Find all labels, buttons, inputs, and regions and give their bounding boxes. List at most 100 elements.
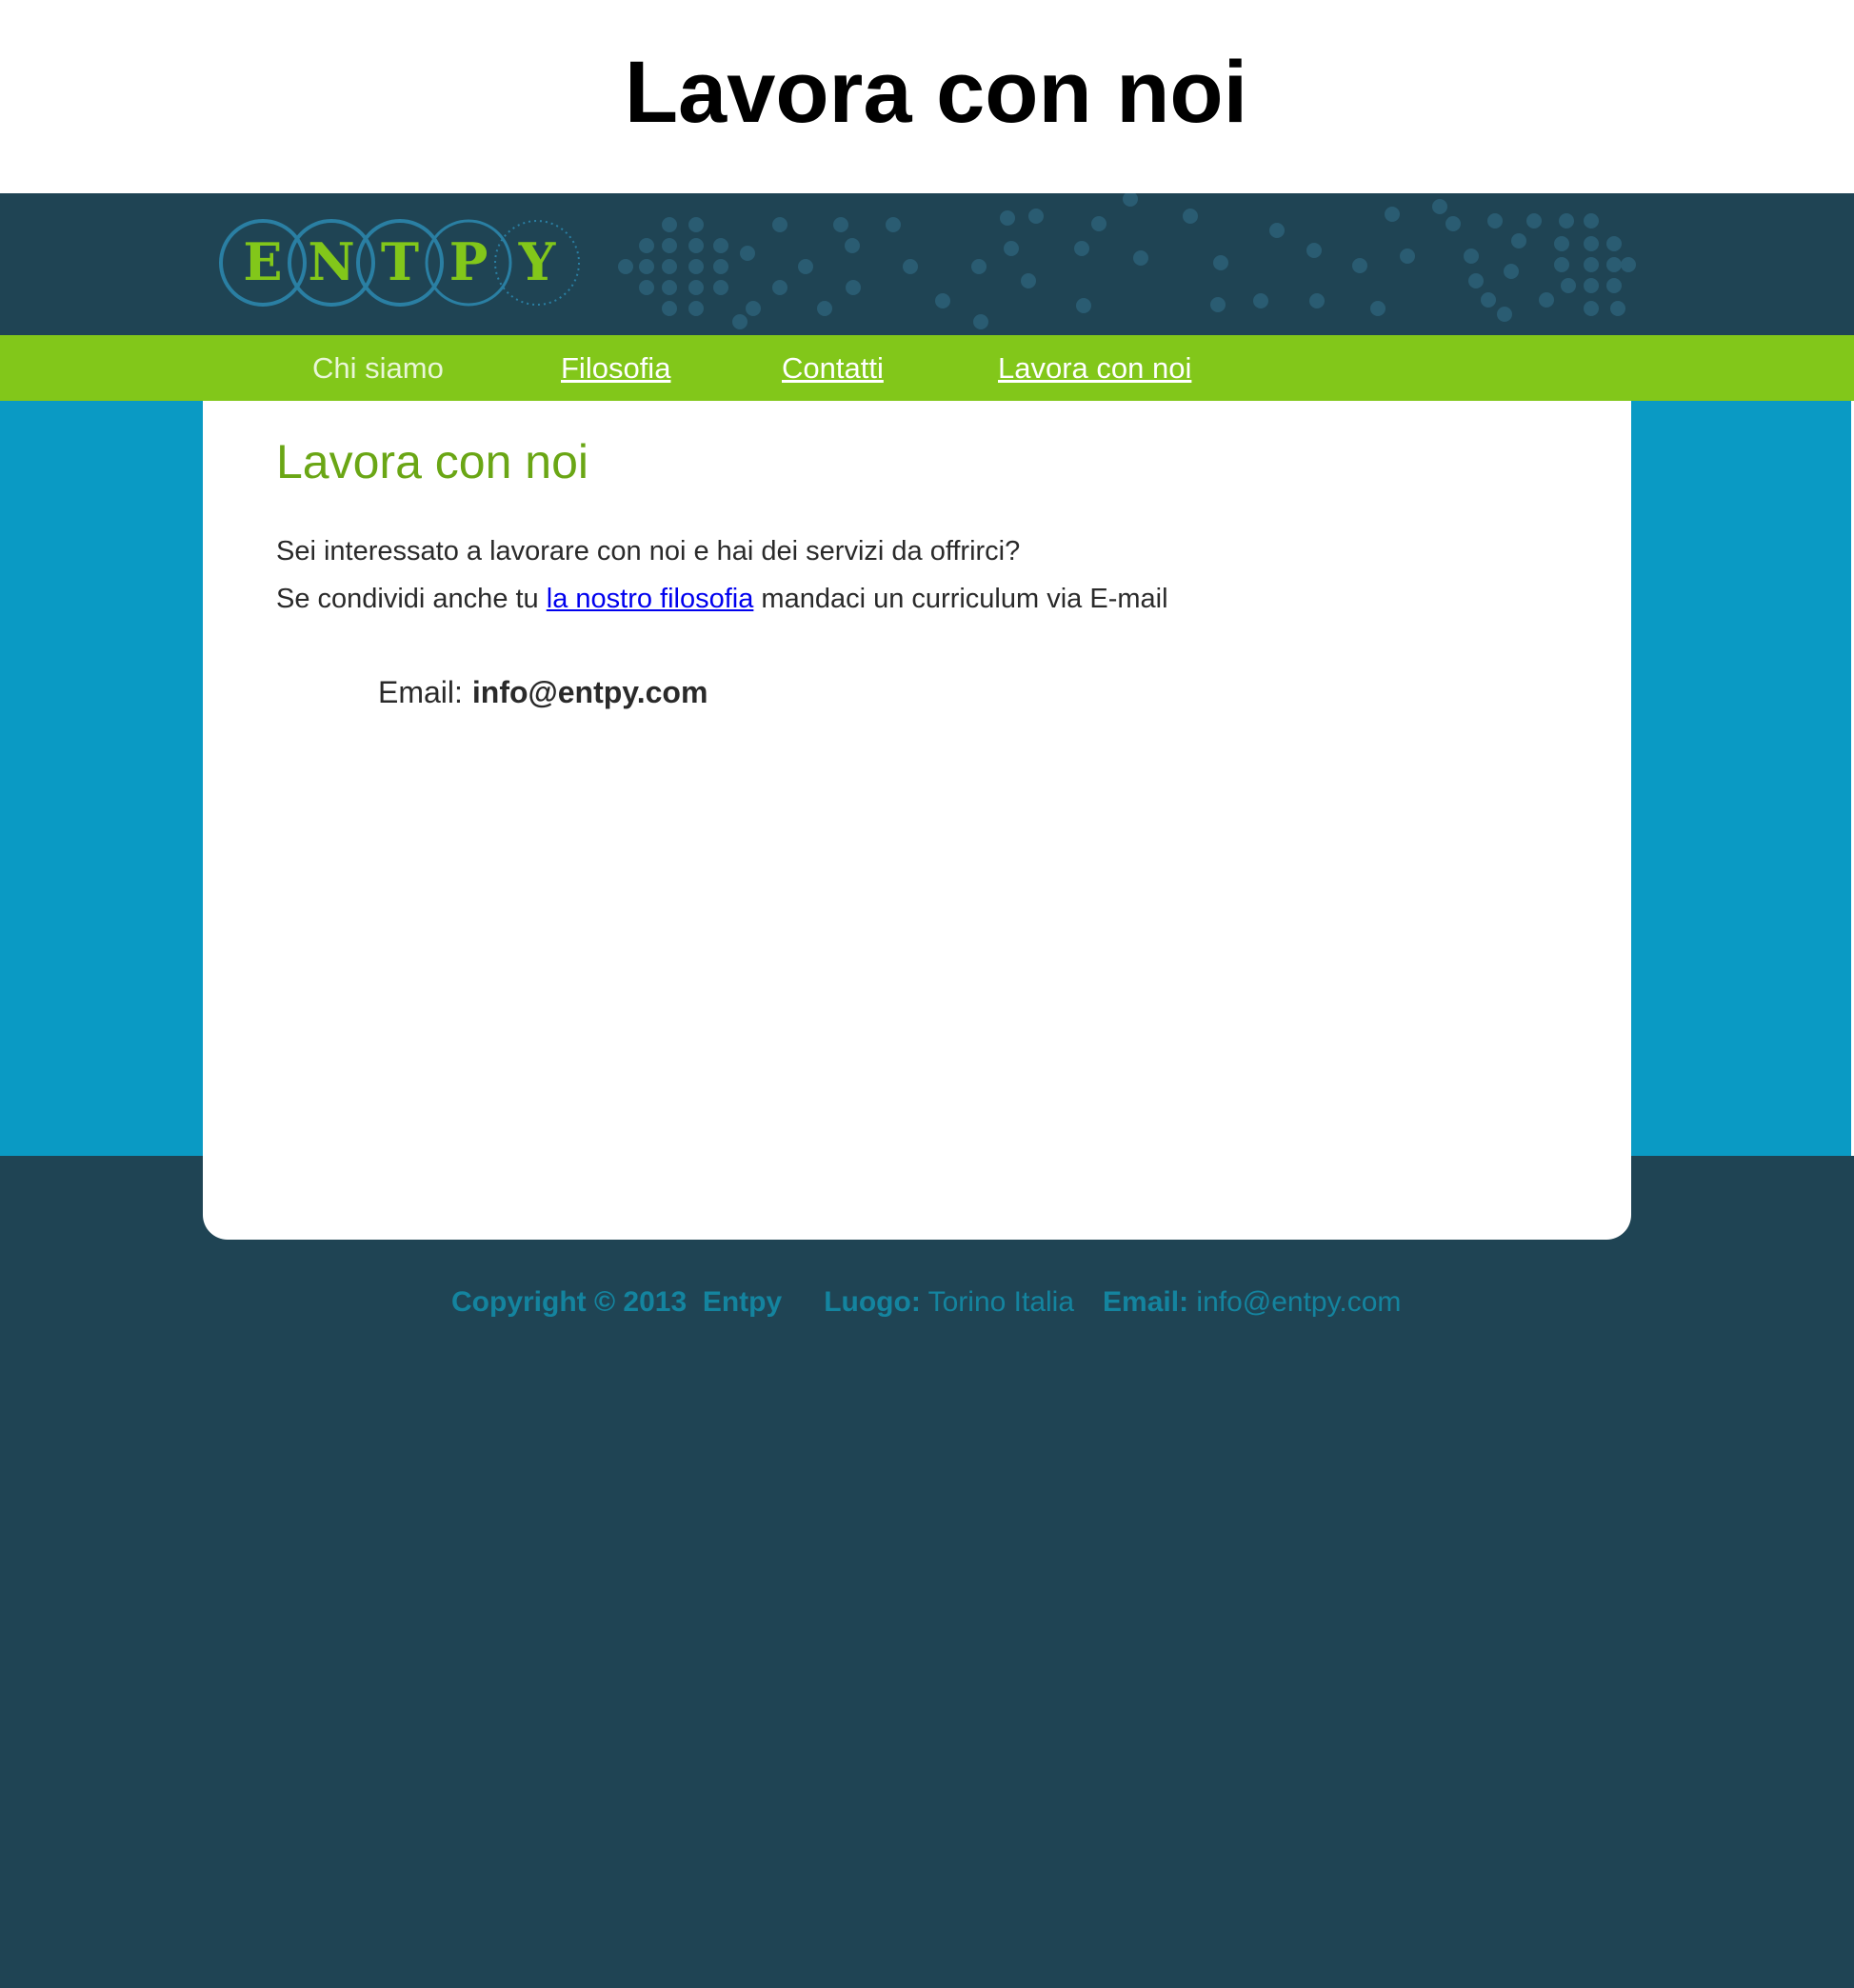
site-header: E N T P Y [0,193,1854,335]
decorative-dot [1539,292,1554,308]
decorative-dot [746,301,761,316]
logo-letter-n: N [308,231,354,292]
logo-letter-e: E [243,231,282,292]
decorative-dot [1584,257,1599,272]
decorative-dot [1606,257,1622,272]
footer-brand: Entpy [702,1286,783,1318]
decorative-dot [1352,258,1367,273]
decorative-dot [1606,236,1622,251]
decorative-dot [971,259,987,274]
decorative-dot [903,259,918,274]
logo-letter-y: Y [518,231,557,292]
decorative-dot [1554,236,1569,251]
decorative-dot [1074,241,1089,256]
main-nav: Chi siamo Filosofia Contatti Lavora con … [0,335,1854,401]
footer-location-label: Luogo: [824,1286,921,1318]
page: Lavora con noi E N T P Y Chi siamo Filos… [0,0,1854,1988]
intro-line: Sei interessato a lavorare con noi e hai… [276,536,1021,567]
decorative-dot [688,217,704,232]
decorative-dot [1370,301,1386,316]
decorative-dot [1481,292,1496,308]
decorative-dot [1561,278,1576,293]
decorative-dot [740,246,755,261]
decorative-dot [1554,257,1569,272]
page-title: Lavora con noi [624,44,1248,141]
decorative-dot [618,259,633,274]
decorative-dot [713,259,728,274]
decorative-dot [662,301,677,316]
footer-info: Copyright © 2013 Entpy Luogo: Torino Ital… [451,1284,1401,1321]
decorative-dot [662,259,677,274]
decorative-dot [1400,248,1415,264]
decorative-dot [1385,207,1400,222]
decorative-dot [639,280,654,295]
decorative-dot [846,280,861,295]
decorative-dot [817,301,832,316]
footer-email[interactable]: info@entpy.com [1196,1286,1401,1318]
decorative-dot [1123,193,1138,207]
decorative-dot [1584,213,1599,229]
decorative-dot [1526,213,1542,229]
decorative-dot [662,238,677,253]
philosophy-line: Se condividi anche tu la nostro filosofi… [276,582,1168,616]
logo-letter-p: P [449,231,488,292]
decorative-dot [1309,293,1325,308]
footer-location: Torino Italia [927,1286,1075,1318]
decorative-dot [1306,243,1322,258]
decorative-dot [798,259,813,274]
decorative-dot [833,217,848,232]
decorative-dot [688,259,704,274]
decorative-dot [1497,307,1512,322]
footer-copyright: Copyright © 2013 [451,1286,688,1318]
nav-item-contatti[interactable]: Contatti [782,350,884,387]
email-label: Email: [378,675,463,709]
decorative-dot [1021,273,1036,288]
decorative-dots-pattern [618,193,1636,329]
footer-email-label: Email: [1103,1286,1189,1318]
decorative-dot [688,280,704,295]
decorative-dot [688,301,704,316]
email-address[interactable]: info@entpy.com [472,675,708,709]
decorative-dot [1584,301,1599,316]
decorative-dot [1464,248,1479,264]
decorative-dot [1621,257,1636,272]
philosophy-line-end: mandaci un curriculum via E-mail [753,584,1168,614]
decorative-dot [1091,216,1106,231]
decorative-dot [1559,213,1574,229]
logo-letter-t: T [381,231,419,292]
decorative-dot [639,259,654,274]
decorative-dot [886,217,901,232]
philosophy-link[interactable]: la nostro filosofia [547,584,754,614]
decorative-dot [1504,264,1519,279]
philosophy-line-start: Se condividi anche tu [276,584,547,614]
decorative-dot [713,280,728,295]
decorative-dot [845,238,860,253]
decorative-dot [1133,250,1148,266]
nav-item-lavora-con-noi[interactable]: Lavora con noi [998,350,1191,387]
decorative-dot [1432,199,1447,214]
decorative-dot [1210,297,1226,312]
decorative-dot [1269,223,1285,238]
nav-item-chi-siamo[interactable]: Chi siamo [312,350,444,387]
footer-background [0,1156,1854,1988]
decorative-dot [1511,233,1526,248]
page-title-area: Lavora con noi [0,0,1854,193]
decorative-dot [1028,209,1044,224]
decorative-dot [1076,298,1091,313]
decorative-dot [1445,216,1461,231]
decorative-dot [1213,255,1228,270]
decorative-dot [1606,278,1622,293]
decorative-dot [1000,210,1015,226]
decorative-dot [1610,301,1625,316]
decorative-dot [1468,273,1484,288]
content-card: Lavora con noi Sei interessato a lavorar… [203,401,1631,1240]
decorative-dot [1253,293,1268,308]
decorative-dot [732,314,748,329]
content-heading: Lavora con noi [276,435,589,488]
decorative-dot [1183,209,1198,224]
nav-item-filosofia[interactable]: Filosofia [561,350,670,387]
decorative-dot [1584,236,1599,251]
decorative-dot [662,217,677,232]
entpy-logo[interactable]: E N T P Y [217,214,588,311]
decorative-dot [1004,241,1019,256]
